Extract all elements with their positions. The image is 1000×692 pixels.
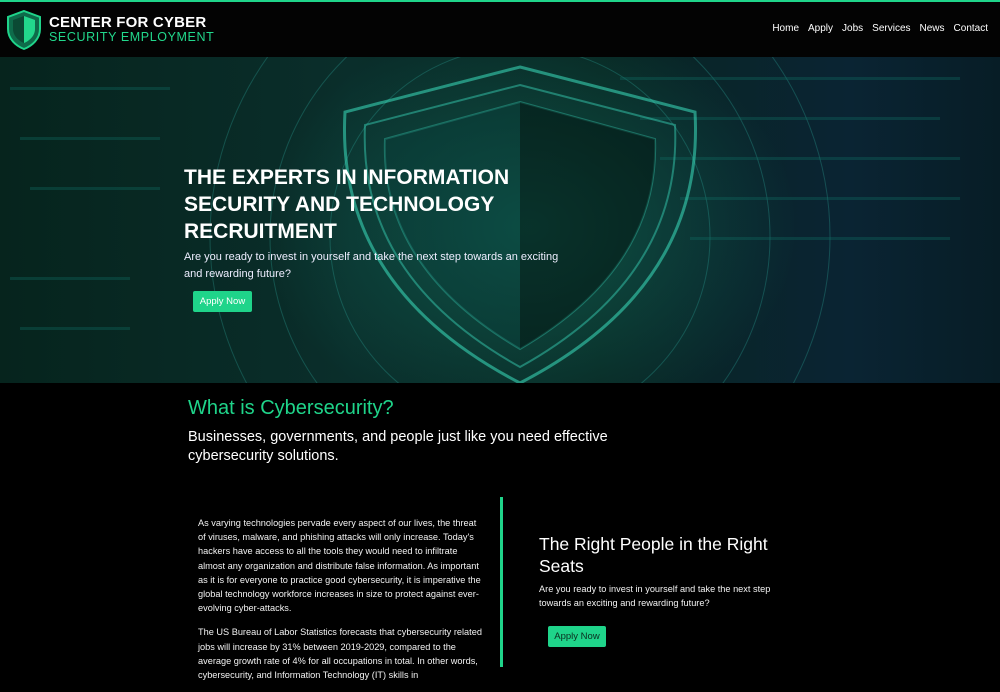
nav-services[interactable]: Services xyxy=(872,23,910,34)
hero-title: THE EXPERTS IN INFORMATION SECURITY AND … xyxy=(184,166,510,243)
nav-apply[interactable]: Apply xyxy=(808,23,833,34)
right-people-text: Are you ready to invest in yourself and … xyxy=(539,584,771,608)
article-paragraph-2: The US Bureau of Labor Statistics foreca… xyxy=(198,627,482,681)
what-is-subheading: Businesses, governments, and people just… xyxy=(188,429,608,464)
hero-apply-now-button[interactable]: Apply Now xyxy=(193,291,252,312)
what-is-heading: What is Cybersecurity? xyxy=(188,397,394,419)
shield-logo-icon[interactable] xyxy=(6,10,42,50)
right-people-heading: The Right People in the Right Seats xyxy=(539,534,768,576)
apply-now-button[interactable]: Apply Now xyxy=(548,626,606,647)
nav-news[interactable]: News xyxy=(920,23,945,34)
brand-name-line1[interactable]: CENTER FOR CYBER xyxy=(49,14,206,31)
site-header: CENTER FOR CYBER SECURITY EMPLOYMENT Hom… xyxy=(0,2,1000,57)
main-nav: Home Apply Jobs Services News Contact xyxy=(772,23,988,34)
brand-name-line2[interactable]: SECURITY EMPLOYMENT xyxy=(49,30,214,44)
nav-jobs[interactable]: Jobs xyxy=(842,23,863,34)
cybersecurity-article: As varying technologies pervade every as… xyxy=(198,516,483,692)
nav-home[interactable]: Home xyxy=(772,23,799,34)
nav-contact[interactable]: Contact xyxy=(954,23,988,34)
hero-banner: THE EXPERTS IN INFORMATION SECURITY AND … xyxy=(0,57,1000,383)
article-paragraph-1: As varying technologies pervade every as… xyxy=(198,518,481,614)
hero-subtitle: Are you ready to invest in yourself and … xyxy=(184,251,559,280)
column-divider xyxy=(500,497,503,667)
